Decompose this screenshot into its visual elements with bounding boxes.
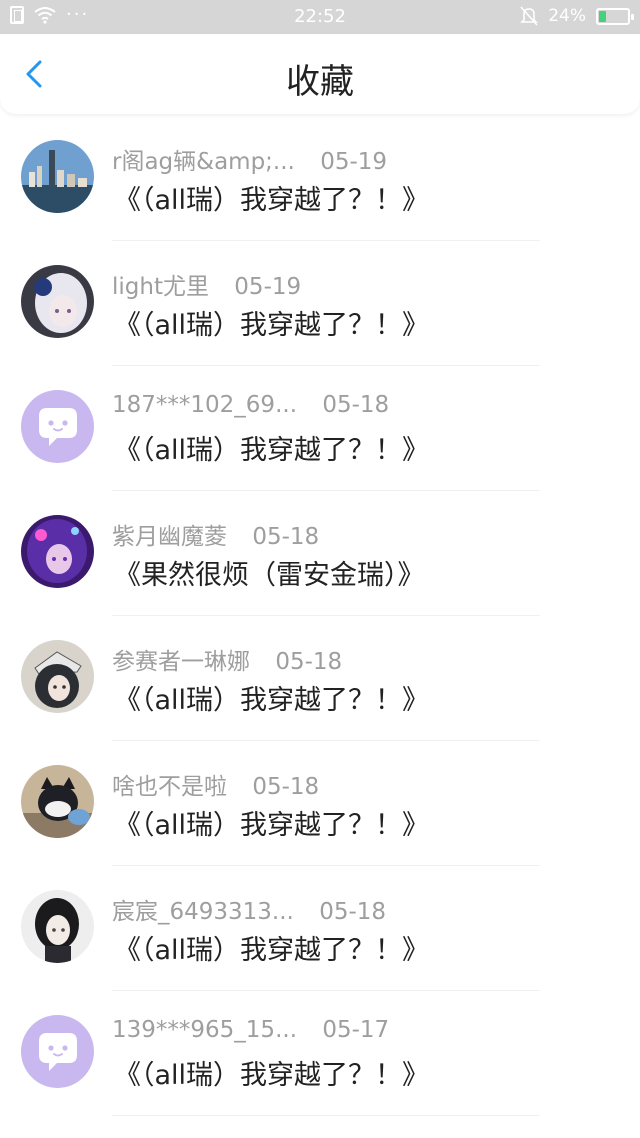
city-photo-icon: [21, 140, 94, 213]
item-date: 05-18: [252, 524, 320, 550]
anime-dark-hat-icon: [21, 640, 94, 713]
item-title[interactable]: 《（all瑞）我穿越了？！》: [114, 178, 429, 217]
battery-percent: 24%: [548, 6, 586, 26]
avatar[interactable]: [21, 765, 94, 838]
cat-figure-icon: [21, 765, 94, 838]
item-title[interactable]: 《果然很烦（雷安金瑞）》: [114, 553, 425, 592]
user-name[interactable]: r阁ag辆&amp;...: [112, 142, 295, 176]
item-meta: 参赛者一琳娜 05-18: [112, 642, 342, 676]
avatar[interactable]: [21, 515, 94, 588]
item-meta: 宸宸_6493313... 05-18: [112, 892, 386, 926]
item-meta: 139***965_15... 05-17: [112, 1017, 389, 1043]
item-meta: 187***102_69... 05-18: [112, 392, 389, 418]
avatar[interactable]: [21, 640, 94, 713]
default-chat-icon: [21, 1015, 94, 1088]
favorites-list: r阁ag辆&amp;... 05-19 《（all瑞）我穿越了？！》 light…: [0, 116, 640, 1116]
item-date: 05-17: [322, 1017, 390, 1043]
item-date: 05-18: [319, 899, 387, 925]
page-title: 收藏: [286, 62, 354, 102]
nav-bar: 收藏: [0, 34, 640, 114]
item-meta: light尤里 05-19: [112, 267, 301, 301]
avatar[interactable]: [21, 390, 94, 463]
avatar[interactable]: [21, 140, 94, 213]
list-item[interactable]: 139***965_15... 05-17 《（all瑞）我穿越了？！》: [0, 991, 640, 1116]
item-date: 05-19: [234, 274, 302, 300]
avatar[interactable]: [21, 890, 94, 963]
list-item[interactable]: 187***102_69... 05-18 《（all瑞）我穿越了？！》: [0, 366, 640, 491]
divider: [112, 1115, 540, 1116]
item-title[interactable]: 《（all瑞）我穿越了？！》: [114, 803, 429, 842]
avatar[interactable]: [21, 1015, 94, 1088]
user-name[interactable]: 187***102_69...: [112, 392, 297, 418]
item-date: 05-19: [320, 149, 388, 175]
user-name[interactable]: 紫月幽魔菱: [112, 517, 227, 551]
list-item[interactable]: 啥也不是啦 05-18 《（all瑞）我穿越了？！》: [0, 741, 640, 866]
battery-icon: [596, 7, 634, 25]
list-item[interactable]: 参赛者一琳娜 05-18 《（all瑞）我穿越了？！》: [0, 616, 640, 741]
user-name[interactable]: light尤里: [112, 267, 209, 301]
user-name[interactable]: 宸宸_6493313...: [112, 892, 294, 926]
avatar[interactable]: [21, 265, 94, 338]
item-date: 05-18: [252, 774, 320, 800]
list-item[interactable]: 宸宸_6493313... 05-18 《（all瑞）我穿越了？！》: [0, 866, 640, 991]
list-item[interactable]: 紫月幽魔菱 05-18 《果然很烦（雷安金瑞）》: [0, 491, 640, 616]
list-item[interactable]: r阁ag辆&amp;... 05-19 《（all瑞）我穿越了？！》: [0, 116, 640, 241]
item-meta: 紫月幽魔菱 05-18: [112, 517, 319, 551]
item-date: 05-18: [275, 649, 343, 675]
item-title[interactable]: 《（all瑞）我穿越了？！》: [114, 1053, 429, 1092]
status-bar: ··· 22:52 24%: [0, 0, 640, 34]
battery-fill: [599, 10, 607, 22]
item-title[interactable]: 《（all瑞）我穿越了？！》: [114, 928, 429, 967]
anime-black-hair-icon: [21, 890, 94, 963]
item-meta: 啥也不是啦 05-18: [112, 767, 319, 801]
user-name[interactable]: 啥也不是啦: [112, 767, 227, 801]
item-meta: r阁ag辆&amp;... 05-19: [112, 142, 387, 176]
item-title[interactable]: 《（all瑞）我穿越了？！》: [114, 303, 429, 342]
item-title[interactable]: 《（all瑞）我穿越了？！》: [114, 428, 429, 467]
user-name[interactable]: 139***965_15...: [112, 1017, 297, 1043]
default-chat-icon: [21, 390, 94, 463]
user-name[interactable]: 参赛者一琳娜: [112, 642, 250, 676]
mute-bell-icon: [520, 6, 539, 26]
anime-purple-icon: [21, 515, 94, 588]
anime-white-hair-icon: [21, 265, 94, 338]
list-item[interactable]: light尤里 05-19 《（all瑞）我穿越了？！》: [0, 241, 640, 366]
status-right: 24%: [520, 6, 634, 26]
item-title[interactable]: 《（all瑞）我穿越了？！》: [114, 678, 429, 717]
item-date: 05-18: [322, 392, 390, 418]
